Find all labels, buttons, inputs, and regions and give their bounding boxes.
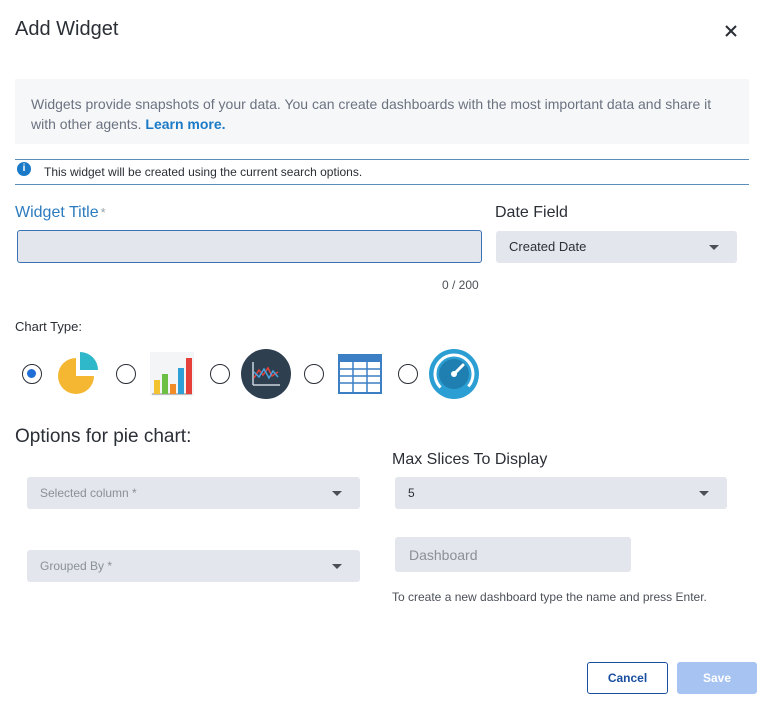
notice-text: This widget will be created using the cu… (44, 165, 363, 179)
date-field-select[interactable]: Created Date (496, 231, 737, 263)
bar-chart-icon[interactable] (146, 348, 198, 400)
caret-down-icon (699, 491, 709, 496)
widget-title-label-text: Widget Title (15, 204, 99, 221)
max-slices-label: Max Slices To Display (392, 451, 548, 468)
widget-title-label: Widget Title * (15, 204, 106, 222)
selected-column-select[interactable]: Selected column * (27, 477, 360, 509)
caret-down-icon (332, 491, 342, 496)
max-slices-select[interactable]: 5 (395, 477, 727, 509)
caret-down-icon (332, 564, 342, 569)
required-mark: * (100, 205, 106, 220)
close-button[interactable] (720, 20, 742, 42)
date-field-value: Created Date (509, 239, 587, 254)
date-field-label: Date Field (495, 204, 568, 221)
dialog-title: Add Widget (15, 18, 119, 40)
table-icon[interactable] (334, 348, 386, 400)
chart-type-label: Chart Type: (15, 319, 82, 334)
save-button[interactable]: Save (677, 662, 757, 694)
learn-more-link[interactable]: Learn more. (145, 116, 225, 132)
gauge-icon[interactable] (428, 348, 480, 400)
options-heading: Options for pie chart: (15, 426, 192, 447)
max-slices-value: 5 (408, 486, 415, 500)
cancel-button[interactable]: Cancel (587, 662, 668, 694)
grouped-by-select[interactable]: Grouped By * (27, 550, 360, 582)
widget-title-input[interactable] (17, 230, 482, 263)
dashboard-input[interactable] (395, 537, 631, 572)
info-text: Widgets provide snapshots of your data. … (31, 96, 712, 132)
selected-column-placeholder: Selected column * (40, 486, 137, 500)
char-count: 0 / 200 (442, 278, 479, 292)
search-options-notice: i This widget will be created using the … (15, 159, 749, 185)
info-icon: i (17, 162, 31, 176)
chart-type-radio-line[interactable] (210, 364, 230, 384)
chart-type-radio-gauge[interactable] (398, 364, 418, 384)
line-chart-icon[interactable] (240, 348, 292, 400)
dashboard-hint: To create a new dashboard type the name … (392, 590, 707, 604)
chart-type-radio-pie[interactable] (22, 364, 42, 384)
caret-down-icon (709, 245, 719, 250)
close-icon[interactable] (720, 20, 742, 42)
grouped-by-placeholder: Grouped By * (40, 559, 113, 573)
pie-chart-icon[interactable] (52, 348, 104, 400)
chart-type-radio-bar[interactable] (116, 364, 136, 384)
info-panel: Widgets provide snapshots of your data. … (15, 79, 749, 144)
chart-type-radio-table[interactable] (304, 364, 324, 384)
